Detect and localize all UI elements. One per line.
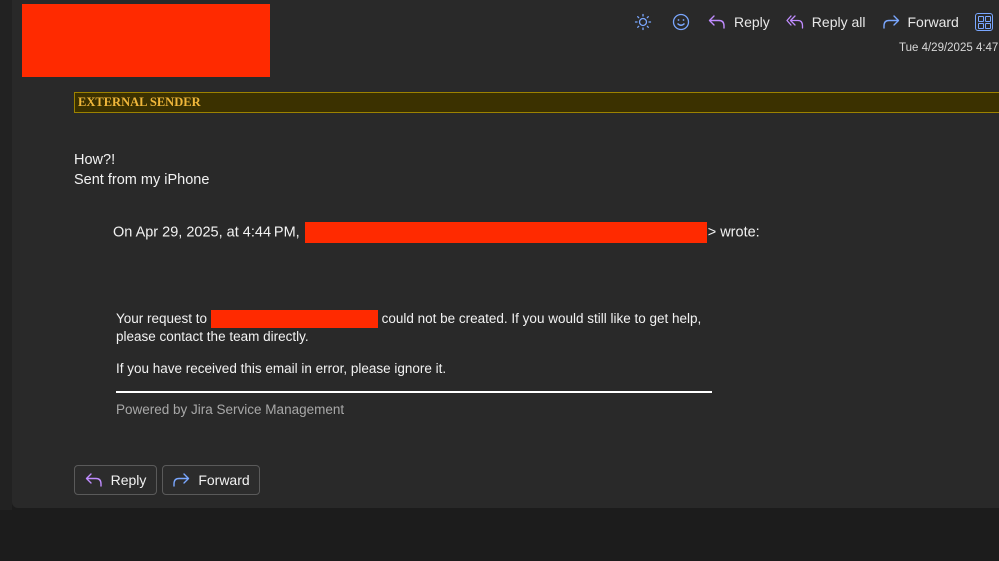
reply-icon [85, 473, 102, 487]
quote-suffix: > wrote: [707, 224, 760, 241]
message-body: How?! Sent from my iPhone [74, 150, 209, 190]
brightness-icon[interactable] [632, 11, 654, 33]
reply-all-label: Reply all [811, 14, 866, 30]
bottom-reply-label: Reply [110, 472, 147, 488]
quote-header: On Apr 29, 2025, at 4:44 PM, > wrote: [113, 222, 760, 243]
forward-icon [173, 473, 190, 487]
quoted-message: Your request to could not be created. If… [116, 310, 716, 378]
message-timestamp: Tue 4/29/2025 4:47 [899, 42, 999, 54]
apps-icon[interactable] [974, 13, 993, 31]
request-prefix: Your request to [116, 311, 208, 326]
bottom-reply-button[interactable]: Reply [74, 465, 157, 495]
reading-pane: Reply Reply all Forward Tue 4/29/2025 4:… [12, 0, 999, 508]
reply-button[interactable]: Reply [708, 14, 770, 30]
request-paragraph: Your request to could not be created. If… [116, 310, 716, 346]
redacted-sender-email [304, 222, 707, 243]
forward-icon [882, 15, 899, 29]
body-line-2: Sent from my iPhone [74, 172, 210, 188]
emoji-icon[interactable] [670, 11, 692, 33]
redacted-project-name [210, 310, 378, 329]
reply-icon [708, 15, 725, 29]
footer-divider [116, 391, 712, 393]
redacted-sender-block [22, 4, 270, 77]
forward-button[interactable]: Forward [882, 14, 959, 30]
message-toolbar: Reply Reply all Forward [632, 10, 999, 34]
reply-label: Reply [734, 14, 770, 30]
forward-label: Forward [907, 14, 959, 30]
reply-all-icon [786, 15, 803, 29]
body-line-1: How?! [74, 152, 116, 168]
error-note: If you have received this email in error… [116, 361, 447, 377]
external-sender-banner: EXTERNAL SENDER [74, 92, 999, 113]
quote-prefix: On Apr 29, 2025, at 4:44 PM, [113, 224, 300, 241]
left-edge-strip [0, 0, 12, 510]
bottom-forward-label: Forward [198, 472, 250, 488]
powered-by-text: Powered by Jira Service Management [116, 402, 345, 417]
reply-all-button[interactable]: Reply all [786, 14, 866, 30]
bottom-forward-button[interactable]: Forward [162, 465, 260, 495]
